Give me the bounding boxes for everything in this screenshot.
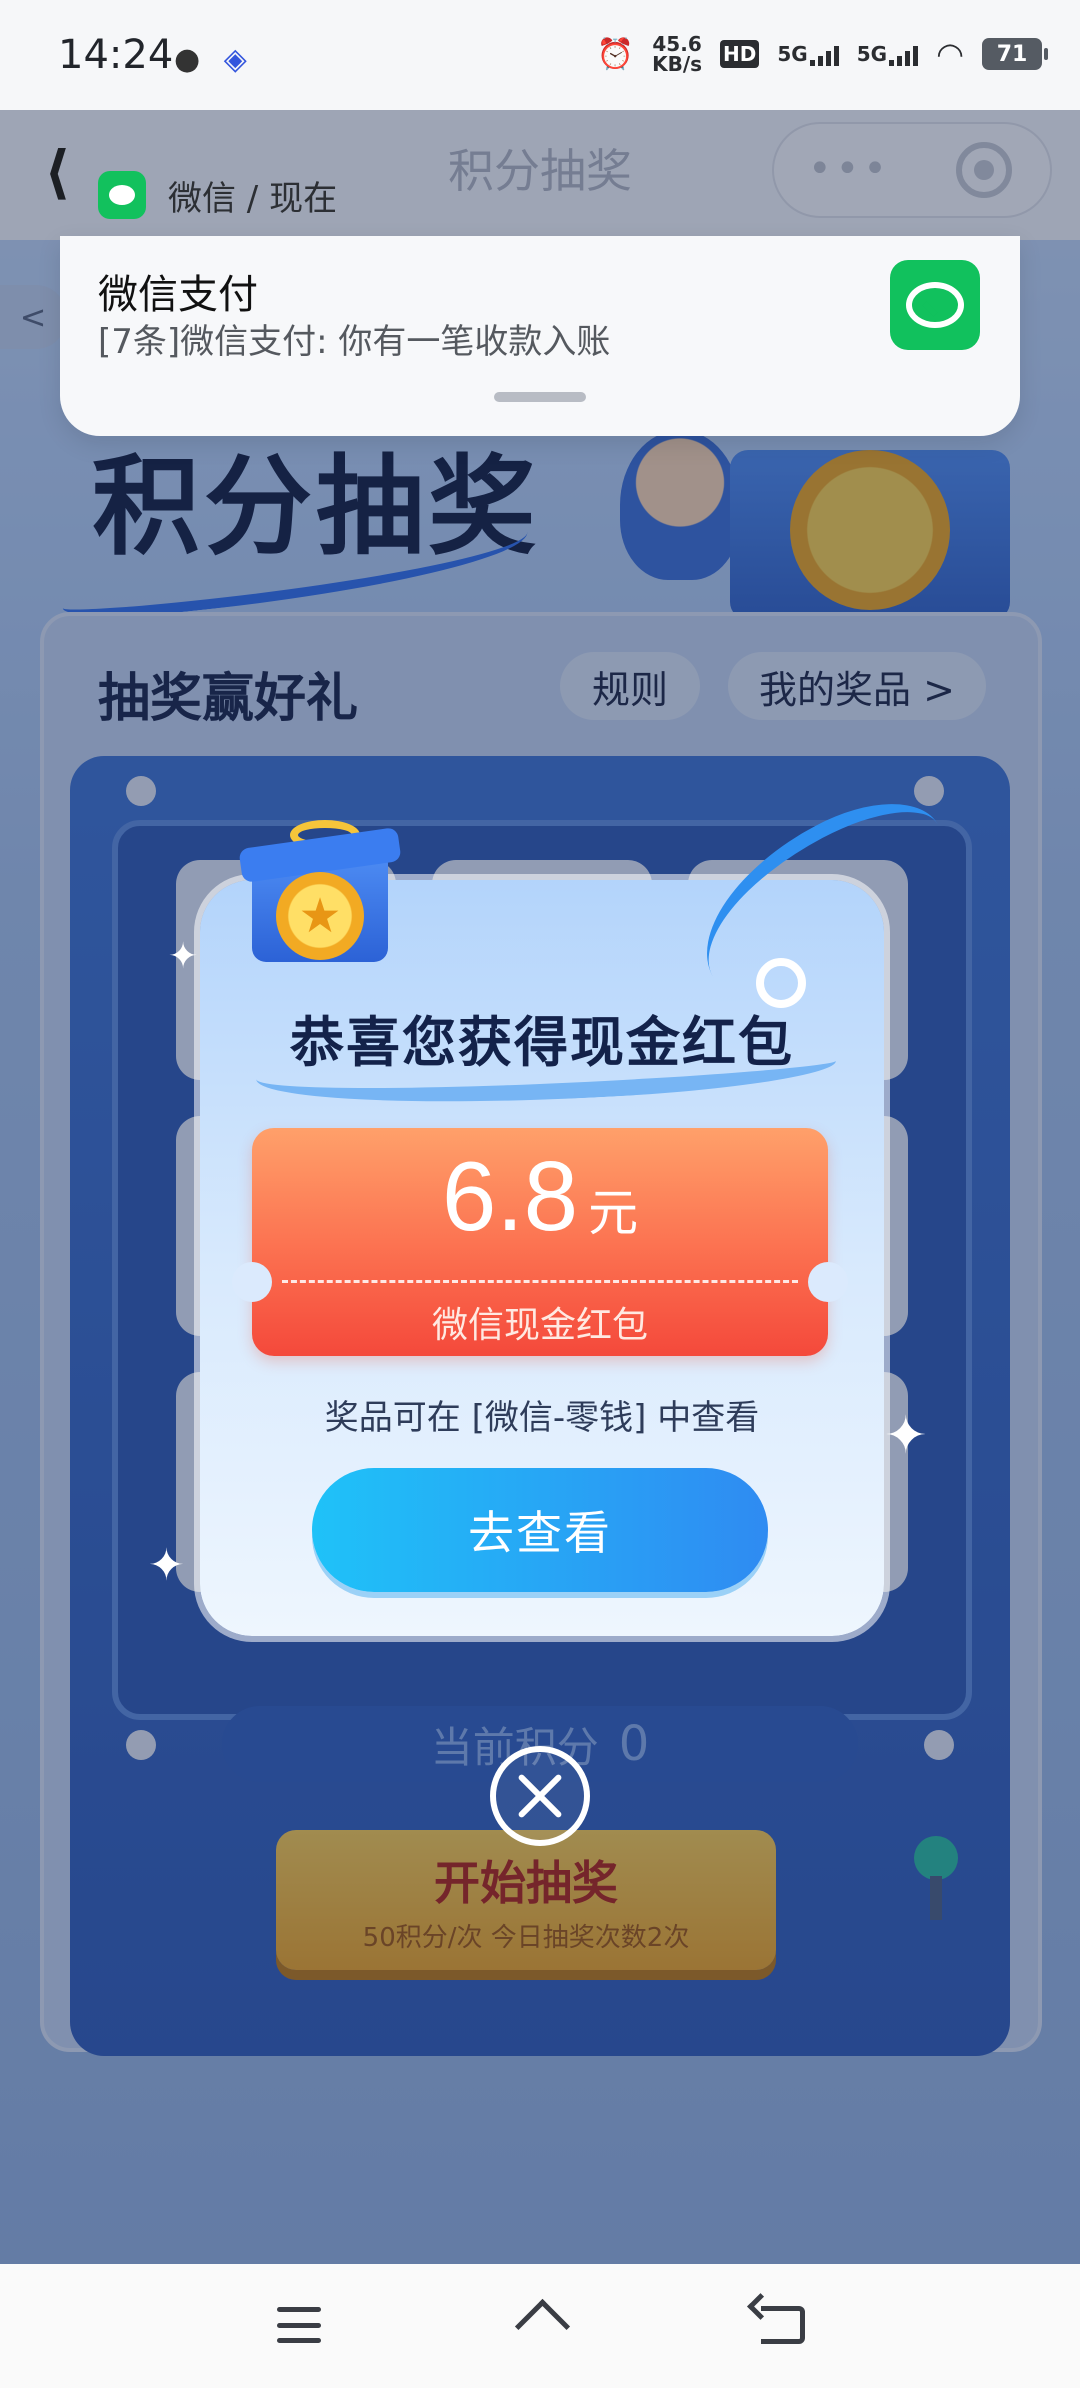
network-speed-value: 45.6 <box>652 32 702 56</box>
signal-sim2-icon: 5G <box>857 42 919 66</box>
ticket-divider <box>282 1280 798 1283</box>
menu-icon <box>277 2307 321 2343</box>
battery-icon: 71 <box>982 38 1048 70</box>
notification-title: 微信支付 <box>98 272 258 318</box>
menu-button[interactable] <box>264 2290 334 2360</box>
close-modal-button[interactable] <box>490 1746 590 1846</box>
status-bar: 14:24 ● ◈ ⏰ 45.6 KB/s HD 5G 5G ◠ 71 <box>0 0 1080 110</box>
view-prize-button[interactable]: 去查看 <box>312 1468 768 1592</box>
prize-amount-unit: 元 <box>588 1184 639 1242</box>
star-coin-icon: ★ <box>276 872 364 960</box>
wifi-icon: ◠ <box>936 35 964 73</box>
prize-label: 微信现金红包 <box>431 1305 648 1346</box>
notification-app-row[interactable]: 微信 / 现在 <box>98 170 337 220</box>
back-nav-icon <box>761 2306 805 2344</box>
prize-amount: 6.8 元 <box>252 1140 828 1253</box>
signal-sim1-icon: 5G <box>777 42 839 66</box>
home-button[interactable] <box>506 2290 576 2360</box>
home-icon <box>517 2305 565 2345</box>
alarm-icon: ⏰ <box>596 36 635 72</box>
notification-drag-handle[interactable] <box>494 392 586 402</box>
wechat-pay-icon <box>890 260 980 350</box>
prize-amount-value: 6.8 <box>441 1141 579 1251</box>
wechat-icon <box>98 171 146 219</box>
back-button[interactable] <box>748 2290 818 2360</box>
notification-app-label: 微信 / 现在 <box>168 178 338 219</box>
prize-hint: 奖品可在 [微信-零钱] 中查看 <box>324 1398 760 1438</box>
hd-volte-icon: HD <box>720 40 760 68</box>
network-speed: 45.6 KB/s <box>652 34 702 74</box>
network-speed-unit: KB/s <box>652 52 703 76</box>
sparkle-icon: ✦ <box>148 1540 185 1591</box>
status-time: 14:24 <box>58 32 174 78</box>
status-right-icons: ⏰ 45.6 KB/s HD 5G 5G ◠ 71 <box>596 34 1048 74</box>
sparkle-icon: ✦ <box>168 936 199 977</box>
wechat-status-icon: ● <box>174 42 201 77</box>
notification-body: [7条]微信支付: 你有一笔收款入账 <box>98 322 611 362</box>
back-icon[interactable]: ⟨ <box>44 138 71 206</box>
status-app-icons: ● ◈ <box>174 42 247 77</box>
sparkle-icon: ✦ <box>884 1406 928 1466</box>
modal-title: 恭喜您获得现金红包 <box>290 1011 794 1074</box>
app-status-icon: ◈ <box>223 42 247 77</box>
